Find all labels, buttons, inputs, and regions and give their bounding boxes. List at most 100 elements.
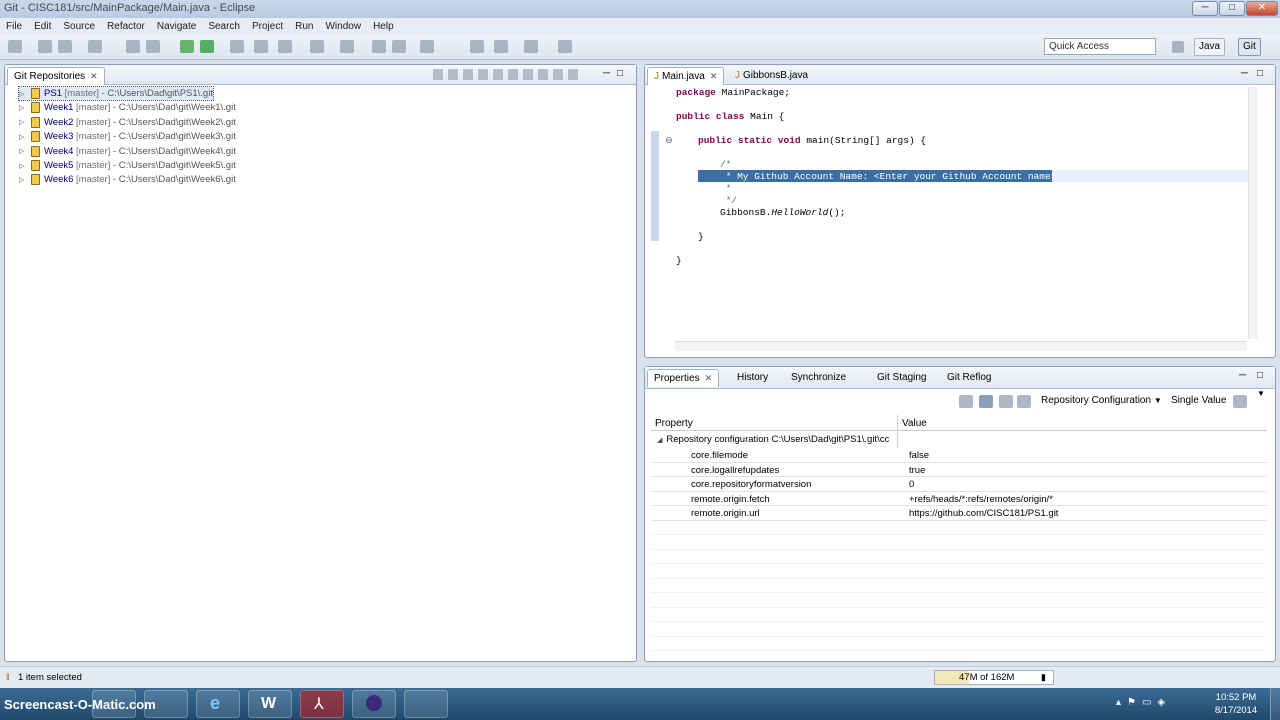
new-class-icon[interactable]: [278, 40, 292, 53]
code-brace[interactable]: }: [698, 231, 704, 242]
eclipse-icon[interactable]: [352, 690, 396, 718]
repository-configuration-dropdown[interactable]: Repository Configuration ▼: [1041, 395, 1162, 406]
close-icon[interactable]: ✕: [90, 71, 98, 81]
repository-item[interactable]: ▷ Week2 [master] - C:\Users\Dad\git\Week2…: [19, 116, 236, 129]
new-icon[interactable]: [8, 40, 22, 53]
expand-icon[interactable]: ▷: [19, 147, 27, 155]
menu-run[interactable]: Run: [295, 21, 313, 32]
table-row[interactable]: core.logallrefupdates true: [651, 463, 1267, 477]
repository-item[interactable]: ▷ Week1 [master] - C:\Users\Dad\git\Week1…: [19, 101, 236, 114]
expand-icon[interactable]: ▷: [19, 176, 27, 184]
menu-source[interactable]: Source: [63, 21, 95, 32]
repository-item[interactable]: ▷ PS1 [master] - C:\Users\Dad\git\PS1\.gi…: [18, 86, 214, 101]
menu-window[interactable]: Window: [325, 21, 361, 32]
annotation-icon[interactable]: [392, 40, 406, 53]
code-line[interactable]: public class Main {: [676, 111, 784, 122]
code-comment[interactable]: /*: [720, 159, 731, 170]
debug-icon[interactable]: [180, 40, 194, 53]
maximize-view-icon[interactable]: □: [1257, 370, 1263, 381]
quick-access-input[interactable]: Quick Access: [1044, 38, 1156, 55]
code-brace[interactable]: }: [676, 255, 682, 266]
acrobat-icon[interactable]: ⅄: [300, 690, 344, 718]
code-comment[interactable]: */: [720, 195, 737, 206]
menu-help[interactable]: Help: [373, 21, 394, 32]
perspective-java[interactable]: Java: [1194, 38, 1226, 56]
code-line[interactable]: package MainPackage;: [676, 87, 790, 98]
minimize-view-icon[interactable]: ─: [1239, 370, 1246, 381]
clock-date[interactable]: 8/17/2014: [1208, 705, 1264, 716]
horizontal-scrollbar[interactable]: [675, 341, 1247, 351]
repository-item[interactable]: ▷ Week4 [master] - C:\Users\Dad\git\Week4…: [19, 145, 236, 158]
close-icon[interactable]: ✕: [705, 373, 713, 383]
open-perspective-icon[interactable]: [1172, 41, 1184, 53]
open-config-icon[interactable]: [959, 395, 973, 408]
perspective-git[interactable]: Git: [1238, 38, 1261, 56]
close-icon[interactable]: ✕: [710, 71, 718, 81]
menu-project[interactable]: Project: [252, 21, 283, 32]
pin-icon[interactable]: [558, 40, 572, 53]
config-group-row[interactable]: ◢ Repository configuration C:\Users\Dad\g…: [657, 434, 897, 445]
menu-navigate[interactable]: Navigate: [157, 21, 196, 32]
expand-icon[interactable]: ▷: [19, 133, 27, 141]
run-icon[interactable]: [200, 40, 214, 53]
table-row[interactable]: core.filemode false: [651, 448, 1267, 463]
menu-search[interactable]: Search: [208, 21, 240, 32]
menu-file[interactable]: File: [6, 21, 22, 32]
open-type-icon[interactable]: [310, 40, 324, 53]
column-header-property[interactable]: Property: [655, 418, 693, 429]
code-line[interactable]: GibbonsB.HelloWorld();: [720, 207, 845, 218]
export-icon[interactable]: [146, 40, 160, 53]
tab-git-repositories[interactable]: Git Repositories ✕: [7, 67, 105, 85]
expand-icon[interactable]: ▷: [19, 118, 27, 126]
single-value-dropdown[interactable]: Single Value: [1171, 395, 1226, 406]
maximize-view-icon[interactable]: □: [1257, 68, 1263, 79]
save-icon[interactable]: [38, 40, 52, 53]
print-icon[interactable]: [88, 40, 102, 53]
minimize-view-icon[interactable]: ─: [1241, 68, 1248, 79]
clock-time[interactable]: 10:52 PM: [1208, 692, 1264, 703]
table-row[interactable]: remote.origin.url https://github.com/CISC…: [651, 506, 1267, 521]
import-icon[interactable]: [126, 40, 140, 53]
view-menu-icon[interactable]: ▼: [1257, 389, 1265, 398]
next-annotation-icon[interactable]: [420, 40, 434, 53]
vertical-scrollbar[interactable]: [1248, 87, 1258, 339]
tab-history[interactable]: History: [731, 369, 774, 387]
search-icon[interactable]: [340, 40, 354, 53]
code-selected-comment[interactable]: * My Github Account Name: <Enter your Gi…: [720, 171, 1057, 182]
close-button[interactable]: ✕: [1246, 1, 1278, 16]
expand-icon[interactable]: ▷: [19, 104, 27, 112]
categories-icon[interactable]: [979, 395, 993, 408]
trash-icon[interactable]: ▮: [1041, 672, 1046, 683]
table-row[interactable]: remote.origin.fetch +refs/heads/*:refs/re…: [651, 492, 1267, 506]
expand-icon[interactable]: ▷: [19, 162, 27, 170]
column-header-value[interactable]: Value: [902, 418, 927, 429]
menu-edit[interactable]: Edit: [34, 21, 51, 32]
minimize-button[interactable]: ─: [1192, 1, 1218, 16]
minimize-view-icon[interactable]: ─: [603, 68, 610, 79]
new-package-icon[interactable]: [254, 40, 268, 53]
edit-icon[interactable]: [1233, 395, 1247, 408]
expand-icon[interactable]: ◢: [657, 437, 662, 444]
save-all-icon[interactable]: [58, 40, 72, 53]
last-edit-icon[interactable]: [524, 40, 538, 53]
view-toolbar-icons[interactable]: [433, 69, 583, 80]
code-comment[interactable]: *: [720, 183, 732, 194]
show-desktop-button[interactable]: [1270, 688, 1280, 720]
expand-icon[interactable]: ▷: [19, 90, 27, 98]
internet-explorer-icon[interactable]: e: [196, 690, 240, 718]
tab-synchronize[interactable]: Synchronize: [785, 369, 852, 387]
heap-status[interactable]: 47M of 162M ▮: [934, 670, 1054, 685]
maximize-view-icon[interactable]: □: [617, 68, 623, 79]
back-icon[interactable]: [470, 40, 484, 53]
tray-icons[interactable]: ▴⚑▭◈: [1116, 697, 1171, 708]
repository-item[interactable]: ▷ Week5 [master] - C:\Users\Dad\git\Week5…: [19, 159, 236, 172]
repository-item[interactable]: ▷ Week6 [master] - C:\Users\Dad\git\Week6…: [19, 173, 236, 186]
advanced-icon[interactable]: [999, 395, 1013, 408]
forward-icon[interactable]: [494, 40, 508, 53]
tab-properties[interactable]: Properties ✕: [647, 369, 720, 387]
word-icon[interactable]: W: [248, 690, 292, 718]
toggle-mark-icon[interactable]: [372, 40, 386, 53]
repository-item[interactable]: ▷ Week3 [master] - C:\Users\Dad\git\Week3…: [19, 130, 236, 143]
tab-gibbonsb-java[interactable]: J GibbonsB.java: [729, 67, 814, 85]
code-line[interactable]: public static void main(String[] args) {: [698, 135, 926, 146]
